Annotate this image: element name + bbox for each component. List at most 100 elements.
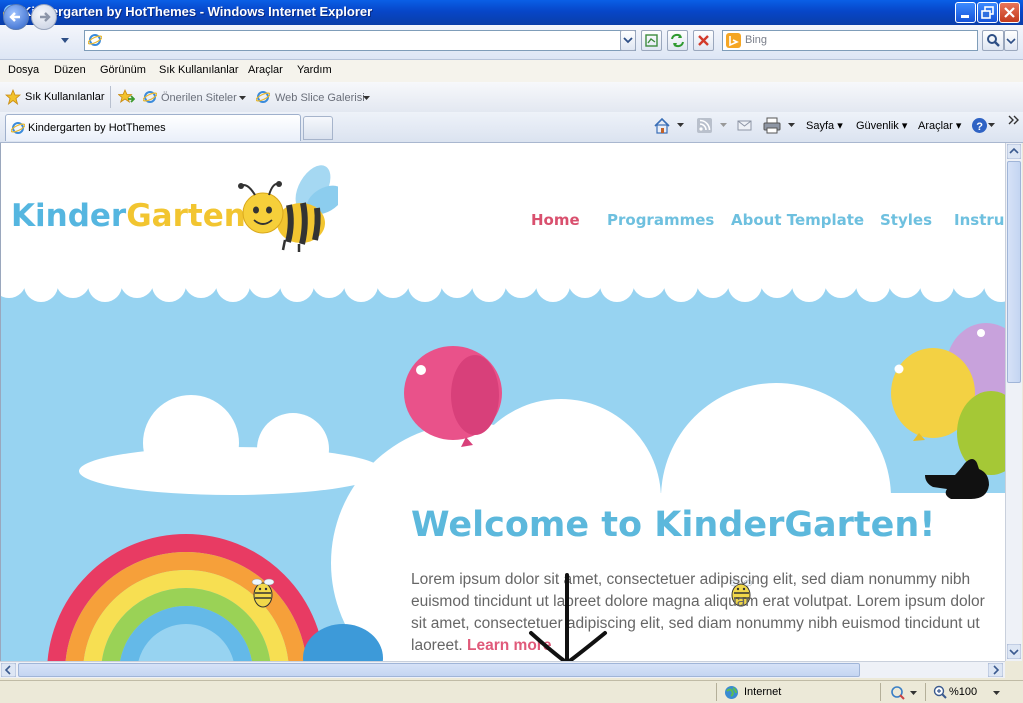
search-field[interactable]: Bing: [722, 30, 978, 51]
nav-instructions[interactable]: Instructions: [954, 211, 1005, 229]
menu-help[interactable]: Yardım: [297, 64, 332, 76]
page-content: KinderGarten Home Programmes About Templ…: [0, 143, 1005, 661]
menu-tools[interactable]: Araçlar: [248, 64, 283, 76]
tab-title: Kindergarten by HotThemes: [28, 122, 166, 134]
stop-icon: [698, 35, 709, 46]
protected-mode-icon[interactable]: [890, 685, 906, 700]
compat-view-button[interactable]: [641, 30, 662, 51]
safety-menu[interactable]: Güvenlik ▾: [856, 119, 907, 132]
nav-programmes[interactable]: Programmes: [607, 211, 714, 229]
history-dropdown-icon[interactable]: [60, 37, 70, 45]
address-dropdown-button[interactable]: [620, 30, 636, 51]
help-icon[interactable]: ?: [971, 117, 988, 134]
intro-paragraph: Lorem ipsum dolor sit amet, consectetuer…: [411, 569, 996, 657]
nav-styles[interactable]: Styles: [880, 211, 932, 229]
safety-menu-label: Güvenlik: [856, 120, 899, 132]
globe-icon: [725, 686, 738, 699]
page-menu-label: Sayfa: [806, 120, 835, 132]
nav-home[interactable]: Home: [531, 211, 580, 229]
web-slice-label: Web Slice Galerisi: [275, 92, 365, 104]
maximize-button[interactable]: [977, 2, 998, 23]
scroll-down-cursor-icon: [529, 573, 607, 661]
back-icon: [9, 12, 20, 22]
ie-icon: [256, 91, 270, 103]
minimize-icon: [961, 15, 969, 18]
close-icon: [1004, 7, 1015, 18]
zoom-icon[interactable]: [933, 685, 947, 699]
search-button[interactable]: [982, 30, 1004, 51]
home-icon[interactable]: [653, 117, 671, 134]
vertical-scrollbar[interactable]: [1005, 143, 1022, 661]
chevron-down-icon[interactable]: [677, 123, 684, 128]
search-icon: [987, 34, 1000, 47]
chevron-down-icon: [623, 37, 633, 44]
horizontal-scrollbar[interactable]: [0, 661, 1005, 678]
star-icon: [5, 89, 21, 105]
status-divider: [880, 683, 881, 701]
page-ie-icon: [88, 34, 102, 46]
status-bar: [0, 680, 1023, 703]
ie-icon: [143, 91, 157, 103]
favorites-label: Sık Kullanılanlar: [25, 91, 105, 103]
restore-icon: [981, 6, 994, 19]
minimize-button[interactable]: [955, 2, 976, 23]
add-favorite-icon[interactable]: [118, 89, 135, 105]
refresh-icon: [671, 33, 684, 48]
menu-edit[interactable]: Düzen: [54, 64, 86, 76]
logo-part1: Kinder: [11, 198, 127, 234]
suggested-sites-label: Önerilen Siteler: [161, 92, 237, 104]
chevron-down-icon[interactable]: [720, 123, 727, 128]
back-button[interactable]: [3, 4, 29, 30]
mail-icon[interactable]: [737, 119, 753, 132]
tab-kindergarten[interactable]: Kindergarten by HotThemes: [5, 114, 301, 141]
chevron-down-icon[interactable]: [788, 123, 795, 128]
status-divider: [716, 683, 717, 701]
status-divider: [925, 683, 926, 701]
new-tab-button[interactable]: [303, 116, 333, 140]
chevron-down-icon: [363, 96, 370, 100]
nav-about-template[interactable]: About Template: [731, 211, 864, 229]
chevron-down-icon[interactable]: [993, 691, 1000, 696]
menu-favorites[interactable]: Sık Kullanılanlar: [159, 64, 239, 76]
page-menu[interactable]: Sayfa ▾: [806, 119, 843, 132]
security-zone: Internet: [744, 686, 782, 698]
scroll-left-icon[interactable]: [1, 663, 16, 677]
close-button[interactable]: [999, 2, 1020, 23]
bee-mascot-icon: [238, 165, 338, 252]
compat-icon: [645, 34, 658, 47]
logo-part2: Garten: [126, 198, 246, 234]
search-placeholder: Bing: [745, 34, 768, 46]
address-field[interactable]: [84, 30, 636, 51]
site-logo[interactable]: KinderGarten: [11, 198, 246, 234]
scroll-up-icon[interactable]: [1007, 144, 1021, 159]
ie-icon: [11, 122, 25, 134]
horizontal-scroll-thumb[interactable]: [18, 663, 860, 677]
tools-menu[interactable]: Araçlar ▾: [918, 119, 961, 132]
chevron-down-icon[interactable]: [988, 123, 995, 128]
bing-icon: [726, 33, 741, 48]
chevron-down-icon[interactable]: [910, 691, 917, 696]
menu-file[interactable]: Dosya: [8, 64, 39, 76]
tools-menu-label: Araçlar: [918, 120, 953, 132]
forward-icon: [40, 12, 51, 22]
refresh-button[interactable]: [667, 30, 688, 51]
menu-bar: [0, 60, 1023, 83]
separator: [110, 86, 111, 108]
scroll-right-icon[interactable]: [988, 663, 1003, 677]
svg-text:?: ?: [976, 121, 983, 133]
rss-icon[interactable]: [697, 118, 712, 133]
menu-view[interactable]: Görünüm: [100, 64, 146, 76]
scroll-down-icon[interactable]: [1007, 644, 1021, 659]
chevrons-more-icon[interactable]: [1008, 115, 1020, 125]
vertical-scroll-thumb[interactable]: [1007, 161, 1021, 383]
search-options-button[interactable]: [1004, 30, 1018, 51]
welcome-title: Welcome to KinderGarten!: [411, 505, 936, 545]
pointing-hand-icon: [925, 459, 989, 499]
zoom-level[interactable]: %100: [949, 686, 977, 698]
chevron-down-icon: [1006, 38, 1016, 45]
forward-button[interactable]: [31, 4, 57, 30]
stop-button[interactable]: [693, 30, 714, 51]
chevron-down-icon: [239, 96, 246, 100]
print-icon[interactable]: [763, 117, 781, 134]
window-title: Kindergarten by HotThemes - Windows Inte…: [22, 4, 373, 19]
